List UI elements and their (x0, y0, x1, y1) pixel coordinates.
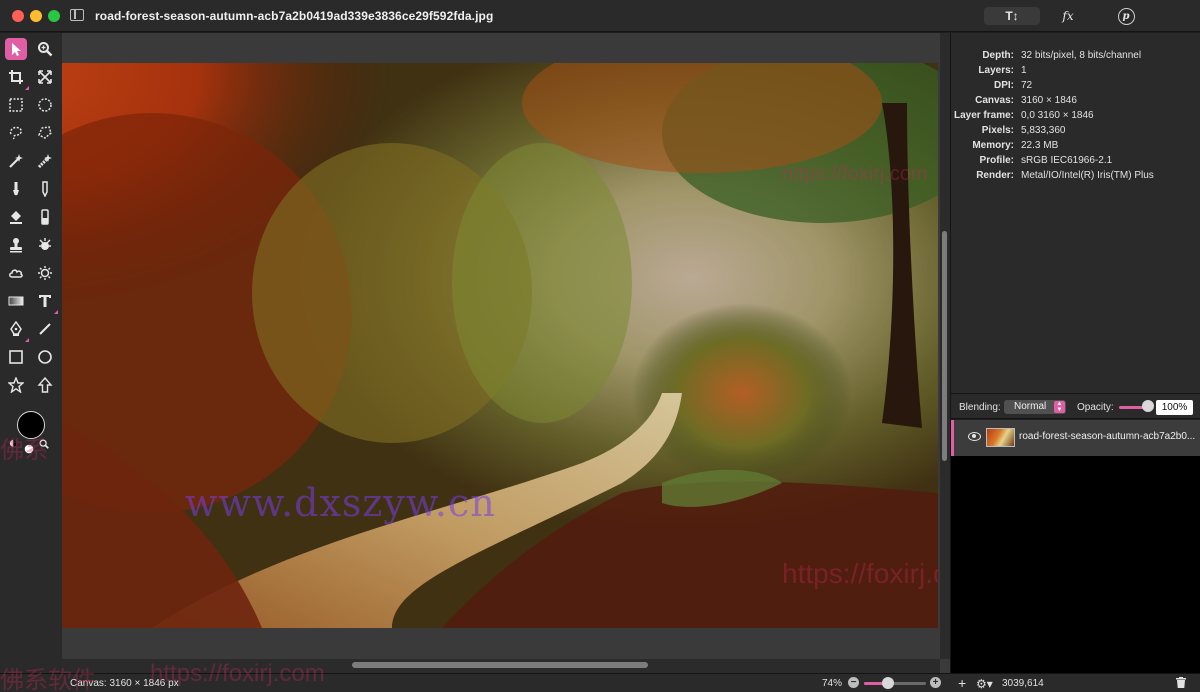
minimize-window-button[interactable] (30, 10, 42, 22)
zoom-window-button[interactable] (48, 10, 60, 22)
info-panel: Depth: 32 bits/pixel, 8 bits/channel Laye… (950, 33, 1200, 393)
info-row-render: Render: Metal/IO/Intel(R) Iris(TM) Plus (976, 170, 1154, 181)
smudge-cloud-tool-icon[interactable] (5, 262, 27, 284)
layers-panel: road-forest-season-autumn-acb7a2b0... (950, 420, 1200, 673)
blending-label: Blending: (959, 402, 1001, 413)
magic-wand-tool-icon[interactable] (5, 150, 27, 172)
pencil-tool-icon[interactable] (34, 178, 56, 200)
sidebar-toggle-icon[interactable] (70, 9, 84, 21)
info-row-memory: Memory: 22.3 MB (972, 140, 1059, 151)
tool-options-tab[interactable]: T↕ (984, 7, 1040, 25)
layer-name: road-forest-season-autumn-acb7a2b0... (1019, 431, 1196, 442)
rect-select-tool-icon[interactable] (5, 94, 27, 116)
zoom-slider-knob[interactable] (882, 677, 894, 689)
add-layer-icon[interactable]: + (958, 675, 966, 691)
title-bar: road-forest-season-autumn-acb7a2b0419ad3… (0, 0, 1200, 32)
properties-icon: p (1117, 7, 1135, 25)
text-tool-icon[interactable] (34, 290, 58, 314)
gear-icon[interactable]: ⚙▾ (976, 677, 993, 691)
rectangle-tool-icon[interactable] (5, 346, 27, 368)
properties-tab[interactable]: p (1100, 7, 1152, 25)
ellipse-select-tool-icon[interactable] (34, 94, 56, 116)
select-arrows-icon: ▲ ▼ (1054, 401, 1065, 413)
canvas-size-status: Canvas: 3160 × 1846 px (70, 678, 179, 689)
opacity-input[interactable]: 100% (1156, 400, 1193, 415)
brightness-tool-icon[interactable] (34, 262, 56, 284)
effects-tab[interactable]: fx (1042, 7, 1094, 25)
polygon-lasso-tool-icon[interactable] (34, 122, 56, 144)
pen-tool-icon[interactable] (5, 318, 29, 342)
cursor-coordinates: 3039,614 (1002, 678, 1044, 689)
brush-tool-icon[interactable] (5, 178, 27, 200)
zoom-tool-icon[interactable] (34, 38, 56, 60)
paint-bucket-tool-icon[interactable] (5, 206, 27, 228)
layer-row[interactable]: road-forest-season-autumn-acb7a2b0... (951, 420, 1200, 456)
lasso-tool-icon[interactable] (5, 122, 27, 144)
blending-select[interactable]: Normal ▲ ▼ (1004, 400, 1066, 414)
layer-thumbnail (986, 428, 1015, 447)
toolbox (0, 33, 62, 673)
transform-tool-icon[interactable] (34, 66, 56, 88)
horizontal-scroll-thumb[interactable] (352, 662, 648, 668)
color-picker-icon[interactable] (37, 437, 51, 451)
trash-icon[interactable] (1176, 677, 1186, 688)
crop-tool-icon[interactable] (5, 66, 29, 90)
zoom-level: 74% (822, 678, 843, 689)
vertical-scroll-thumb[interactable] (942, 231, 947, 461)
swap-colors-icon[interactable] (8, 438, 22, 452)
status-bar: Canvas: 3160 × 1846 px 74% − + + ⚙▾ 3039… (0, 673, 1200, 692)
clone-stamp-tool-icon[interactable] (5, 234, 27, 256)
info-row-profile: Profile: sRGB IEC61966-2.1 (979, 155, 1113, 166)
healing-tool-icon[interactable] (34, 234, 56, 256)
opacity-label: Opacity: (1077, 402, 1114, 413)
info-row-depth: Depth: 32 bits/pixel, 8 bits/channel (982, 50, 1142, 61)
opacity-slider-knob[interactable] (1142, 400, 1154, 412)
eraser-tool-icon[interactable] (34, 206, 56, 228)
blending-value: Normal (1014, 401, 1047, 412)
info-row-layer-frame: Layer frame: 0,0 3160 × 1846 (953, 110, 1094, 121)
close-window-button[interactable] (12, 10, 24, 22)
zoom-in-icon[interactable]: + (930, 677, 941, 688)
zoom-slider[interactable] (864, 682, 926, 685)
arrow-shape-tool-icon[interactable] (34, 374, 56, 396)
quick-select-tool-icon[interactable] (34, 150, 56, 172)
ellipse-tool-icon[interactable] (34, 346, 56, 368)
layer-options-bar: Blending: Normal ▲ ▼ Opacity: 100% (950, 393, 1200, 419)
zoom-out-icon[interactable]: − (848, 677, 859, 688)
line-tool-icon[interactable] (34, 318, 56, 340)
foreground-color-swatch[interactable] (17, 411, 45, 439)
document-title: road-forest-season-autumn-acb7a2b0419ad3… (95, 9, 494, 23)
star-tool-icon[interactable] (5, 374, 27, 396)
info-row-dpi: DPI: 72 (994, 80, 1033, 91)
canvas-area[interactable]: www.dxszyw.cn https://foxirj.com https:/… (62, 33, 950, 673)
gradient-tool-icon[interactable] (5, 290, 27, 312)
image-canvas[interactable]: www.dxszyw.cn https://foxirj.com https:/… (62, 63, 938, 628)
info-row-canvas: Canvas: 3160 × 1846 (975, 95, 1077, 106)
background-color-swatch[interactable] (22, 442, 36, 456)
arrow-tool-icon[interactable] (5, 38, 27, 60)
info-row-pixels: Pixels: 5,833,360 (981, 125, 1066, 136)
info-row-layers: Layers: 1 (978, 65, 1027, 76)
eye-icon[interactable] (968, 432, 981, 441)
